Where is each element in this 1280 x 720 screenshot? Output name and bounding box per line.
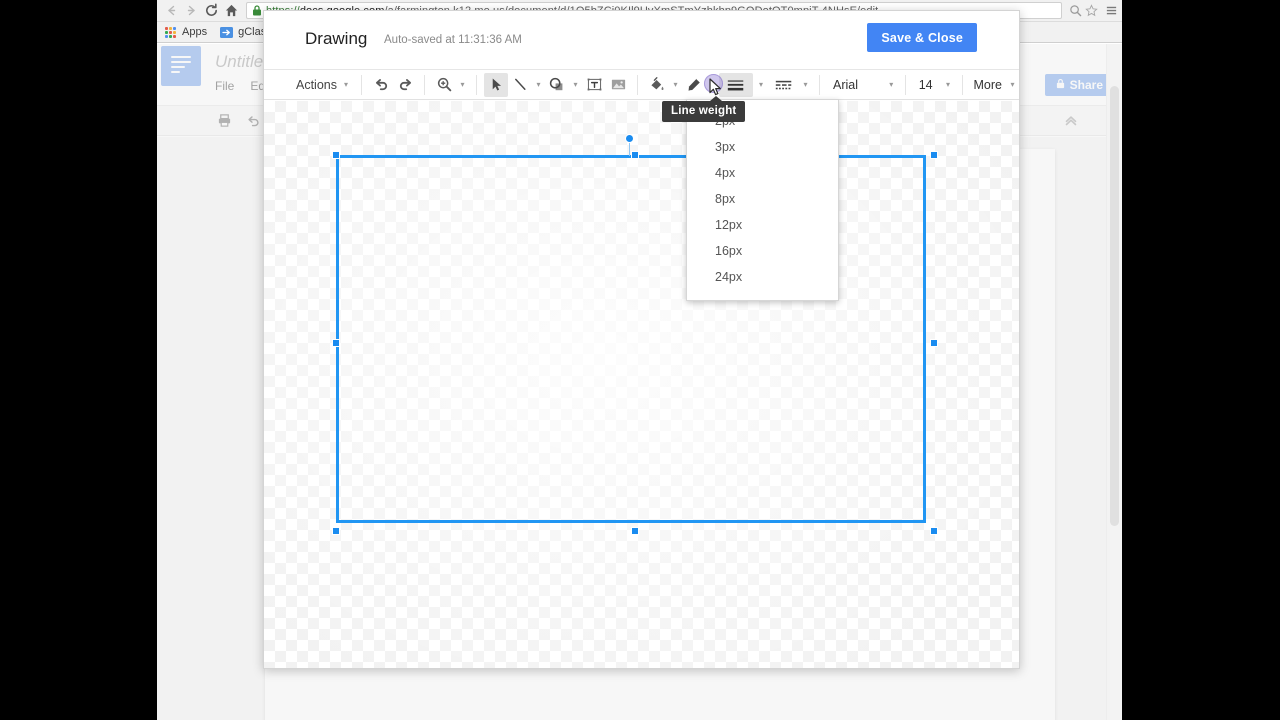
menu-item-12px[interactable]: 12px xyxy=(687,212,838,238)
zoom-in-button[interactable] xyxy=(432,73,456,97)
home-icon[interactable] xyxy=(221,1,241,21)
magnifier-icon[interactable] xyxy=(1069,4,1082,17)
insert-image-button[interactable] xyxy=(606,73,630,97)
apps-grid-icon xyxy=(164,26,177,39)
text-box-button[interactable] xyxy=(582,73,606,97)
forward-icon[interactable] xyxy=(181,1,201,21)
omnibar-actions xyxy=(1066,4,1118,17)
dialog-header: Drawing Auto-saved at 11:31:36 AM Save &… xyxy=(264,11,1019,69)
font-family-caret-down-icon[interactable]: ▾ xyxy=(885,73,898,97)
line-dash-button[interactable] xyxy=(769,73,799,97)
toolbar-divider xyxy=(476,74,478,95)
toolbar-divider xyxy=(819,74,821,95)
fill-color-button[interactable] xyxy=(645,73,669,97)
resize-handle-bottom-right[interactable] xyxy=(930,527,938,535)
line-weight-caret-down-icon[interactable]: ▾ xyxy=(753,73,769,97)
resize-handle-top-right[interactable] xyxy=(930,151,938,159)
more-button[interactable]: More xyxy=(970,78,1006,92)
toolbar-divider xyxy=(424,74,426,95)
line-tool-caret-down-icon[interactable]: ▾ xyxy=(532,73,545,97)
autosave-status: Auto-saved at 11:31:36 AM xyxy=(384,34,522,46)
menu-item-16px[interactable]: 16px xyxy=(687,238,838,264)
hamburger-menu-icon[interactable] xyxy=(1105,4,1118,17)
zoom-caret-down-icon[interactable]: ▾ xyxy=(456,73,469,97)
resize-handle-middle-right[interactable] xyxy=(930,339,938,347)
star-icon[interactable] xyxy=(1085,4,1098,17)
redo-button[interactable] xyxy=(393,73,417,97)
undo-button[interactable] xyxy=(369,73,393,97)
resize-handle-bottom-left[interactable] xyxy=(332,527,340,535)
line-weight-dropdown-menu[interactable]: 2px 3px 4px 8px 12px 16px 24px xyxy=(686,99,839,301)
menu-item-8px[interactable]: 8px xyxy=(687,186,838,212)
font-family-select[interactable]: Arial xyxy=(827,78,885,92)
letterbox-right xyxy=(1122,0,1280,720)
menu-item-24px[interactable]: 24px xyxy=(687,264,838,290)
dialog-title: Drawing xyxy=(305,29,368,48)
caret-down-icon: ▾ xyxy=(344,80,349,89)
drawing-canvas-area[interactable] xyxy=(264,101,1019,668)
menu-item-4px[interactable]: 4px xyxy=(687,160,838,186)
resize-handle-middle-left[interactable] xyxy=(332,339,340,347)
bookmark-apps[interactable]: Apps xyxy=(164,26,207,39)
drawing-toolbar: Actions ▾ ▾ ▾ ▾ ▾ ▾ ▾ Arial ▾ 14 ▾ More … xyxy=(264,69,1019,100)
line-weight-button[interactable] xyxy=(719,72,754,97)
font-size-caret-down-icon[interactable]: ▾ xyxy=(942,73,955,97)
line-weight-tooltip: Line weight xyxy=(662,96,746,122)
letterbox-left xyxy=(0,0,157,720)
line-color-button[interactable] xyxy=(682,73,706,97)
shape-tool-button[interactable] xyxy=(545,73,569,97)
fill-color-caret-down-icon[interactable]: ▾ xyxy=(669,73,682,97)
save-and-close-button[interactable]: Save & Close xyxy=(867,23,977,52)
toolbar-divider xyxy=(637,74,639,95)
line-dash-caret-down-icon[interactable]: ▾ xyxy=(799,73,812,97)
toolbar-divider xyxy=(361,74,363,95)
drawing-dialog: Drawing Auto-saved at 11:31:36 AM Save &… xyxy=(263,10,1020,669)
resize-handle-top-left[interactable] xyxy=(332,151,340,159)
bookmark-label: Apps xyxy=(182,26,208,38)
actions-menu-label: Actions xyxy=(296,77,337,92)
screen-root: https://docs.google.com/a/farmington.k12… xyxy=(0,0,1280,720)
browser-window: https://docs.google.com/a/farmington.k12… xyxy=(157,0,1122,720)
rotation-handle-icon[interactable] xyxy=(625,134,634,143)
lock-icon xyxy=(252,5,262,16)
reload-icon[interactable] xyxy=(201,1,221,21)
more-caret-down-icon[interactable]: ▾ xyxy=(1006,73,1019,97)
menu-item-3px[interactable]: 3px xyxy=(687,134,838,160)
resize-handle-bottom-center[interactable] xyxy=(631,527,639,535)
actions-menu-button[interactable]: Actions ▾ xyxy=(290,73,354,97)
line-tool-button[interactable] xyxy=(508,73,532,97)
shape-tool-caret-down-icon[interactable]: ▾ xyxy=(569,73,582,97)
select-tool-button[interactable] xyxy=(484,72,509,97)
font-size-select[interactable]: 14 xyxy=(913,78,942,92)
back-icon[interactable] xyxy=(161,1,181,21)
toolbar-divider xyxy=(904,74,906,95)
arrow-box-icon xyxy=(220,26,234,39)
toolbar-divider xyxy=(961,74,963,95)
resize-handle-top-center[interactable] xyxy=(631,151,639,159)
